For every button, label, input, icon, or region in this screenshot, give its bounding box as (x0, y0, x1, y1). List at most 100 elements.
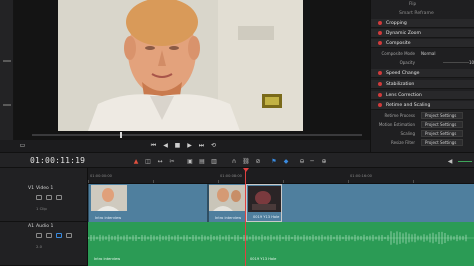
resize-filter-label: Resize Filter (391, 140, 415, 145)
viewer-scrub-bar[interactable] (32, 134, 362, 136)
marker-icon[interactable]: ◆ (282, 157, 290, 165)
zoom-slider-icon[interactable]: ─ (308, 157, 316, 165)
position-lock-icon[interactable]: ⊘ (254, 157, 262, 165)
audio-track-header[interactable]: A1 Audio 1 2.0 (0, 222, 88, 266)
section-retime-scaling[interactable]: Retime and Scaling (371, 101, 474, 110)
clip-name: Intro interview (95, 216, 122, 220)
ruler-line (413, 180, 414, 183)
smart-reframe-label: Smart Reframe (399, 11, 434, 16)
section-title: Speed Change (386, 70, 420, 76)
resize-filter-dropdown[interactable]: Project Settings (421, 139, 463, 146)
ruler-line (348, 180, 349, 183)
dynamic-trim-icon[interactable]: ↔ (156, 157, 164, 165)
video-clip[interactable]: 0019 Y13 Hole (246, 184, 282, 222)
insert-icon[interactable]: ▣ (186, 157, 194, 165)
video-track[interactable]: Intro interview Intro interview 0019 Y13… (88, 184, 474, 222)
opacity-slider[interactable] (443, 62, 469, 63)
source-viewer (14, 0, 370, 140)
audio-track[interactable]: Intro interview 0019 Y13 Hole (88, 222, 474, 266)
motion-estimation-label: Motion Estimation (378, 122, 415, 127)
go-to-end-icon[interactable]: ⏭ (197, 141, 206, 150)
scaling-label: Scaling (400, 131, 416, 136)
ruler-line (283, 180, 284, 183)
composite-mode-row[interactable]: Composite Mode Normal (371, 49, 474, 58)
volume-icon[interactable]: ◀ (446, 157, 454, 165)
blade-tool-icon[interactable]: ✂ (168, 157, 176, 165)
snapping-icon[interactable]: ∩ (230, 157, 238, 165)
timeline-playhead[interactable] (245, 168, 246, 266)
lock-track-icon[interactable] (36, 233, 42, 238)
retime-process-row[interactable]: Retime Process Project Settings (371, 111, 474, 120)
video-clip[interactable]: Intro interview (88, 184, 208, 222)
ruler-line (88, 180, 89, 183)
section-stabilization[interactable]: Stabilization (371, 80, 474, 89)
zoom-out-icon[interactable]: ⊖ (298, 157, 306, 165)
section-title: Stabilization (386, 81, 415, 87)
scaling-row[interactable]: Scaling Project Settings (371, 129, 474, 138)
section-title: Lens Correction (386, 92, 422, 98)
lock-track-icon[interactable] (36, 195, 42, 200)
track-visibility-icon[interactable] (56, 195, 62, 200)
motion-estimation-dropdown[interactable]: Project Settings (421, 121, 463, 128)
ruler-tick: 01:00:00:00 (90, 174, 112, 178)
composite-mode-value[interactable]: Normal (421, 51, 435, 56)
track-name: Audio 1 (36, 224, 54, 229)
reverse-icon[interactable]: ◀ (161, 141, 170, 150)
timecode-display: 01:00:11:19 (30, 156, 86, 165)
video-frame-image (58, 0, 303, 131)
scaling-dropdown[interactable]: Project Settings (421, 130, 463, 137)
motion-estimation-row[interactable]: Motion Estimation Project Settings (371, 120, 474, 129)
section-enabled-dot[interactable] (378, 31, 382, 35)
loop-icon[interactable]: ⟲ (209, 141, 218, 150)
play-icon[interactable]: ▶ (185, 141, 194, 150)
viewer-options-icon[interactable]: ▭ (18, 141, 27, 150)
section-enabled-dot[interactable] (378, 41, 382, 45)
inspector-flip-row: Flip (371, 0, 474, 6)
flag-icon[interactable]: ⚑ (270, 157, 278, 165)
track-id: A1 (28, 224, 35, 229)
video-track-header[interactable]: V1 Video 1 1 Clip (0, 184, 88, 222)
solo-icon[interactable] (56, 233, 62, 238)
section-cropping[interactable]: Cropping (371, 19, 474, 28)
section-composite[interactable]: Composite (371, 39, 474, 48)
opacity-value[interactable]: 100 (469, 60, 474, 65)
panel-handle[interactable] (3, 60, 11, 62)
timeline-toolbar: 01:00:11:19 ▲ ◫ ↔ ✂ ▣ ▤ ▥ ∩ ⛓ ⊘ ⚑ ◆ ⊖ ─ … (0, 152, 474, 168)
track-headers: V1 Video 1 1 Clip A1 Audio 1 2.0 (0, 168, 88, 266)
inspector-row[interactable]: Smart Reframe (371, 9, 474, 18)
auto-select-icon[interactable] (46, 233, 52, 238)
mute-icon[interactable] (66, 233, 72, 238)
opacity-row[interactable]: Opacity 100 (371, 58, 474, 67)
section-enabled-dot[interactable] (378, 71, 382, 75)
ruler-tick: 01:00:08:00 (220, 174, 242, 178)
trim-tool-icon[interactable]: ◫ (144, 157, 152, 165)
go-to-start-icon[interactable]: ⏮ (149, 141, 158, 150)
composite-mode-label: Composite Mode (381, 51, 415, 56)
section-enabled-dot[interactable] (378, 21, 382, 25)
scrub-playhead[interactable] (120, 132, 122, 138)
section-lens-correction[interactable]: Lens Correction (371, 91, 474, 100)
overwrite-icon[interactable]: ▤ (198, 157, 206, 165)
linked-selection-icon[interactable]: ⛓ (242, 157, 250, 165)
replace-icon[interactable]: ▥ (210, 157, 218, 165)
selection-tool-icon[interactable]: ▲ (132, 157, 140, 165)
section-speed-change[interactable]: Speed Change (371, 69, 474, 78)
section-dynamic-zoom[interactable]: Dynamic Zoom (371, 29, 474, 38)
stop-icon[interactable]: ■ (173, 141, 182, 150)
panel-handle[interactable] (3, 104, 11, 106)
resize-filter-row[interactable]: Resize Filter Project Settings (371, 138, 474, 147)
retime-process-label: Retime Process (384, 113, 415, 118)
timeline-ruler[interactable]: 01:00:00:00 01:00:08:00 01:00:16:00 (88, 168, 474, 184)
volume-slider[interactable] (458, 161, 472, 162)
audio-clip-name: 0019 Y13 Hole (250, 257, 277, 261)
section-enabled-dot[interactable] (378, 82, 382, 86)
auto-select-icon[interactable] (46, 195, 52, 200)
inspector-panel: Flip Smart Reframe Cropping Dynamic Zoom… (370, 0, 474, 152)
section-enabled-dot[interactable] (378, 103, 382, 107)
retime-process-dropdown[interactable]: Project Settings (421, 112, 463, 119)
zoom-in-icon[interactable]: ⊕ (320, 157, 328, 165)
video-clip[interactable]: Intro interview (208, 184, 246, 222)
section-title: Composite (386, 40, 411, 46)
section-enabled-dot[interactable] (378, 93, 382, 97)
playhead-handle[interactable] (243, 168, 249, 172)
